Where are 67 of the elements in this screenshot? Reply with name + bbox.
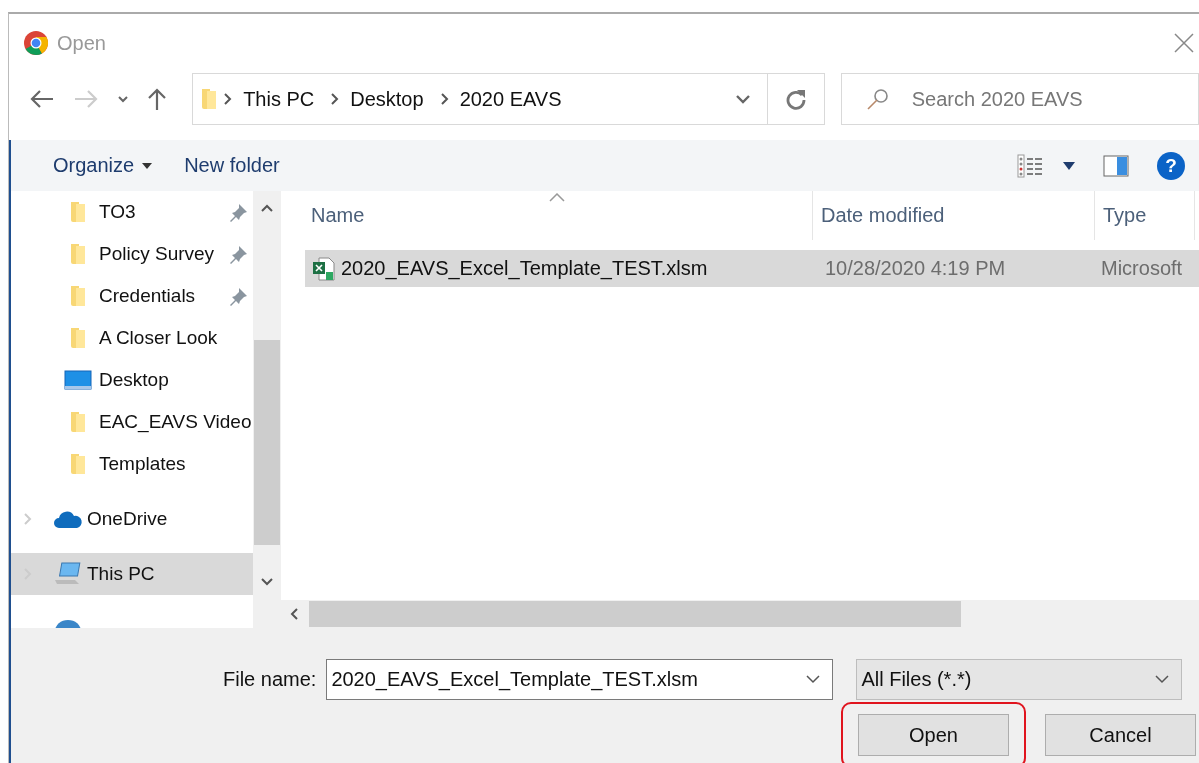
dialog-button[interactable]: Open	[858, 714, 1009, 756]
folder-icon	[68, 410, 88, 434]
computer-icon	[53, 562, 83, 586]
refresh-icon[interactable]	[784, 88, 807, 110]
chevron-right-icon	[439, 92, 450, 106]
window-title: Open	[57, 31, 106, 55]
file-name: 2020_EAVS_Excel_Template_TEST.xlsm	[341, 257, 708, 280]
dialog-button[interactable]: Cancel	[1045, 714, 1196, 756]
navigation-item[interactable]: TO3	[11, 191, 253, 233]
file-name-label: File name:	[223, 668, 317, 691]
recent-dropdown-icon[interactable]	[117, 95, 129, 103]
preview-pane-icon[interactable]	[1103, 154, 1129, 177]
navigation-item[interactable]: Credentials	[11, 275, 253, 317]
caret-icon[interactable]	[1063, 161, 1075, 170]
spreadsheet-file-icon	[313, 256, 335, 281]
caret-icon	[142, 162, 153, 169]
close-icon[interactable]	[1173, 32, 1195, 54]
column-header[interactable]: Date modified	[813, 191, 1095, 240]
organize-menu[interactable]: Organize	[43, 150, 163, 181]
folder-icon	[68, 452, 88, 476]
chevron-down-icon	[1155, 675, 1170, 684]
file-date: 10/28/2020 4:19 PM	[824, 257, 1007, 280]
address-bar[interactable]: This PC Desktop 2020 EAVS	[192, 73, 825, 125]
expand-chevron-icon	[23, 512, 33, 526]
chevron-down-icon[interactable]	[734, 94, 751, 104]
help-button[interactable]: ?	[1157, 151, 1185, 180]
new-folder-button[interactable]: New folder	[174, 150, 290, 181]
folder-icon	[68, 242, 88, 266]
scroll-left-icon[interactable]	[289, 607, 299, 621]
breadcrumb-item[interactable]: 2020 EAVS	[459, 87, 562, 111]
folder-icon	[68, 200, 88, 224]
back-arrow-icon[interactable]	[29, 89, 55, 109]
scrollbar-thumb[interactable]	[254, 340, 280, 545]
file-name-field[interactable]: 2020_EAVS_Excel_Template_TEST.xlsm	[326, 659, 834, 700]
column-header[interactable]: Name	[303, 191, 813, 240]
folder-icon	[68, 284, 88, 308]
up-arrow-icon[interactable]	[147, 87, 167, 111]
search-placeholder: Search 2020 EAVS	[911, 87, 1083, 111]
chevron-down-icon[interactable]	[806, 675, 821, 684]
file-type: Microsoft	[1100, 257, 1183, 280]
navigation-item[interactable]: Templates	[11, 443, 253, 485]
navigation-item[interactable]: Desktop	[11, 359, 253, 401]
file-type-dropdown[interactable]: All Files (*.*)	[856, 659, 1183, 700]
navigation-item[interactable]: OneDrive	[11, 498, 253, 540]
search-icon	[865, 87, 890, 111]
scrollbar-thumb[interactable]	[309, 601, 961, 627]
browser-logo-icon	[23, 30, 49, 56]
scroll-down-icon[interactable]	[260, 577, 274, 587]
search-field[interactable]: Search 2020 EAVS	[840, 73, 1199, 125]
desktop-icon	[64, 370, 92, 390]
breadcrumb-item[interactable]: This PC	[243, 87, 315, 111]
navigation-item[interactable]: EAC_EAVS Video	[11, 401, 253, 443]
breadcrumb-item[interactable]: Desktop	[350, 87, 424, 111]
navigation-item[interactable]: A Closer Look	[11, 317, 253, 359]
navigation-item[interactable]: This PC	[11, 553, 253, 595]
folder-icon	[68, 326, 88, 350]
column-header[interactable]: Type	[1095, 191, 1195, 240]
file-row[interactable]: 2020_EAVS_Excel_Template_TEST.xlsm 10/28/2020 4:19 PM Microsoft	[305, 250, 1199, 287]
scroll-up-icon[interactable]	[260, 203, 274, 213]
chevron-right-icon	[223, 92, 234, 106]
cloud-icon	[53, 509, 83, 529]
horizontal-scrollbar[interactable]	[281, 600, 1199, 628]
sort-caret-icon	[549, 193, 565, 202]
vertical-scrollbar[interactable]	[253, 191, 281, 628]
navigation-item[interactable]: Policy Survey	[11, 233, 253, 275]
view-list-icon[interactable]	[1017, 153, 1043, 178]
chevron-right-icon	[330, 92, 341, 106]
